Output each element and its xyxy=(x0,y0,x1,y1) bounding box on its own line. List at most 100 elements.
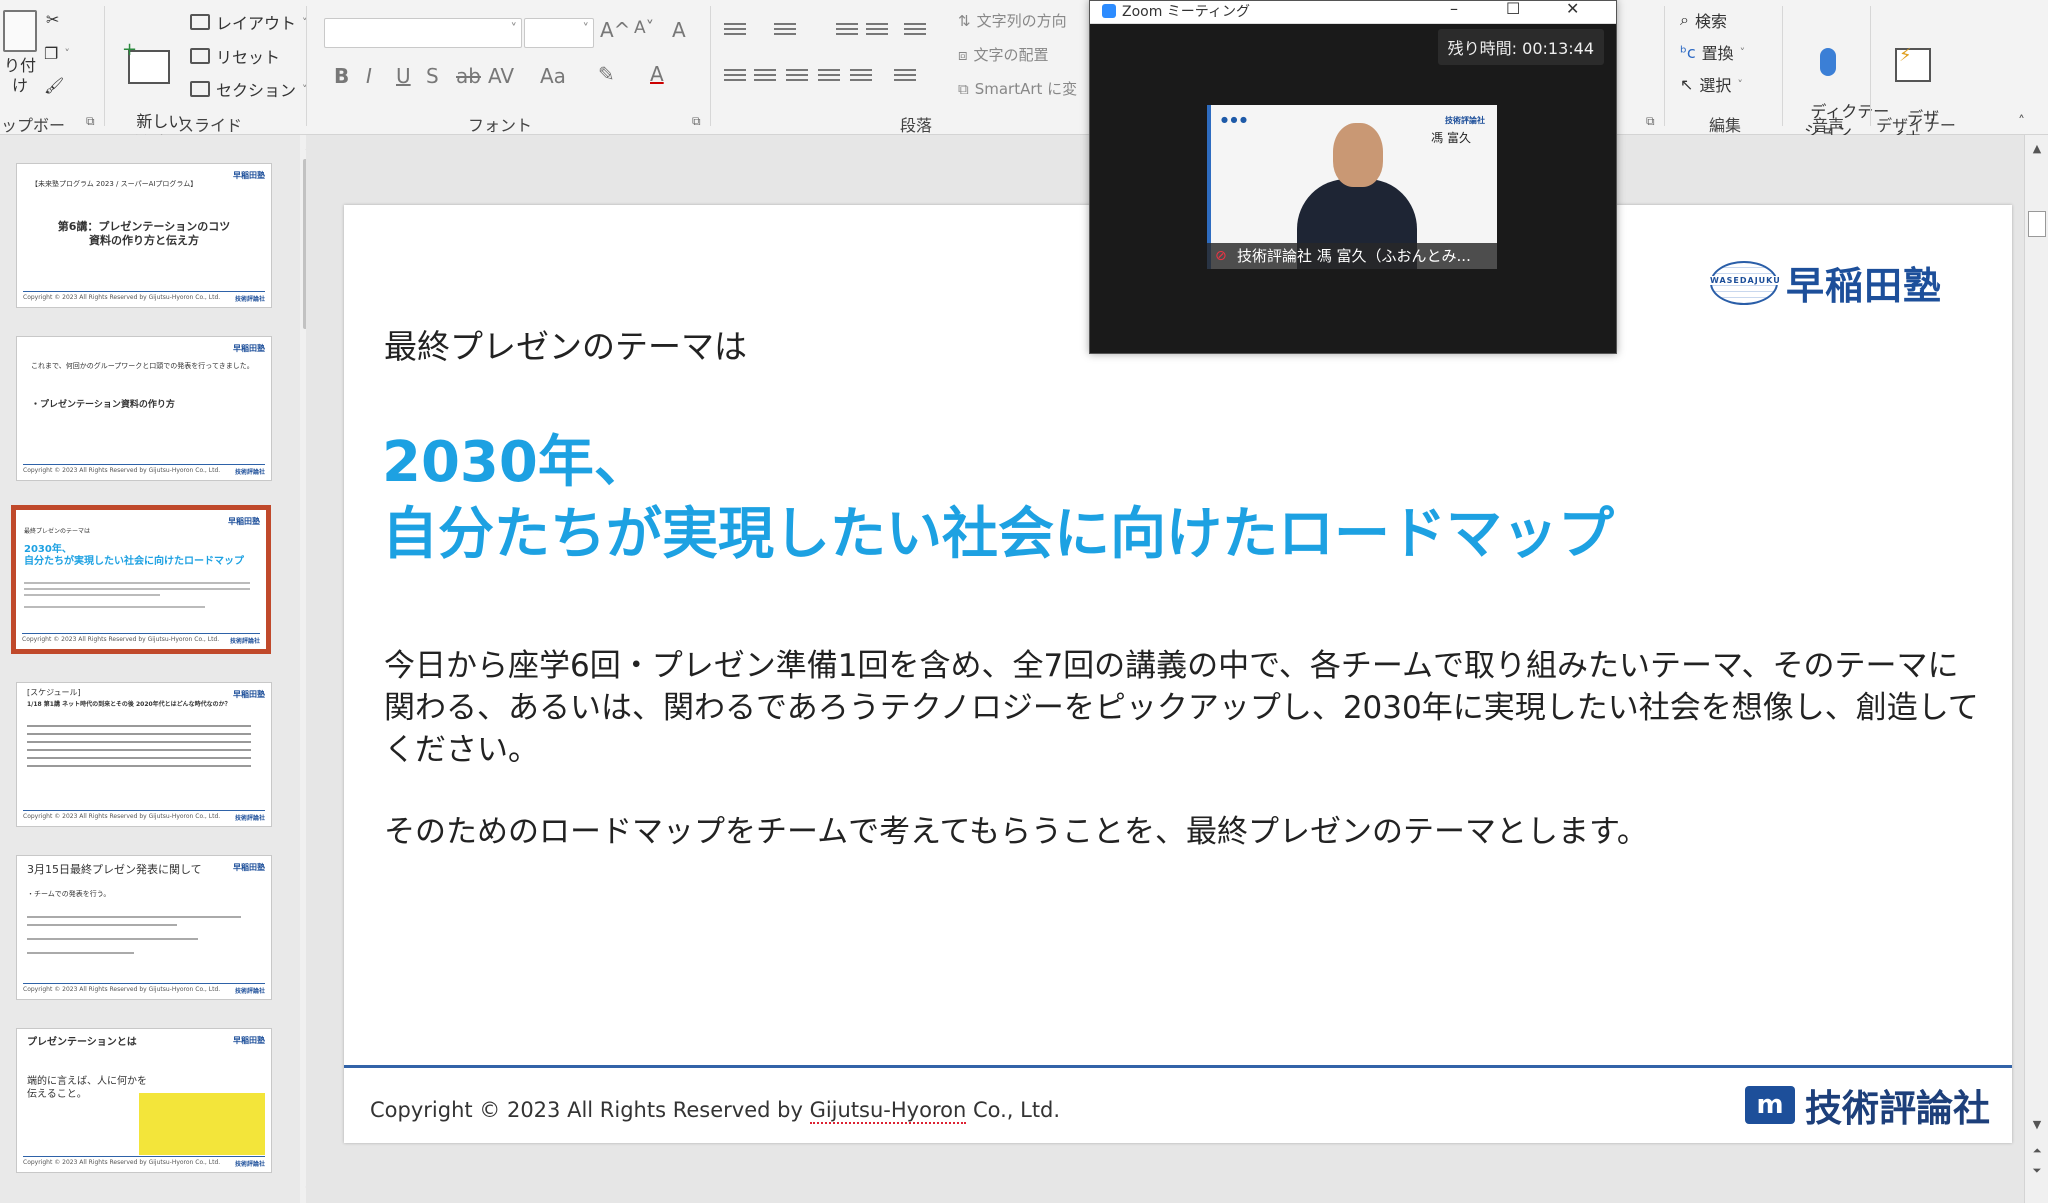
slide-thumbnail-3[interactable]: 早稲田塾 最終プレゼンのテーマは 2030年、 自分たちが実現したい社会に向けた… xyxy=(11,505,271,654)
zoom-title-bar[interactable]: Zoom ミーティング – ☐ ✕ xyxy=(1090,0,1616,24)
thumb-footer-brand: 技術評論社 xyxy=(234,988,265,995)
thumb-title: 3月15日最終プレゼン発表に関して xyxy=(27,863,202,876)
shadow-button[interactable]: S xyxy=(426,64,439,88)
align-text-button[interactable]: ⧈ 文字の配置 xyxy=(958,44,1049,65)
voice-group-label: 音声 xyxy=(1811,116,1844,135)
gh-logo-text: 技術評論社 xyxy=(1805,1087,1990,1130)
align-right-icon[interactable] xyxy=(786,66,808,84)
divider xyxy=(1870,6,1871,126)
format-painter-button[interactable]: 🖌 xyxy=(44,76,64,95)
section-button[interactable]: セクション ˅ xyxy=(190,77,308,101)
copyright-prefix: Copyright © 2023 All Rights Reserved by xyxy=(370,1098,810,1122)
bold-button[interactable]: B xyxy=(334,64,349,88)
line-spacing-icon[interactable] xyxy=(904,20,926,38)
chevron-down-icon: ˅ xyxy=(1737,77,1743,91)
slide-thumbnail-2[interactable]: 早稲田塾 これまで、何回かのグループワークと口頭での発表を行ってきました。 ・プ… xyxy=(16,336,272,481)
slide-title-line1: 2030年、 xyxy=(382,430,650,495)
numbering-icon[interactable] xyxy=(774,20,796,38)
drawing-launcher-icon[interactable]: ⧉ xyxy=(1646,114,1655,129)
char-spacing-button[interactable]: AV xyxy=(488,64,514,88)
replace-button[interactable]: ᵇc 置換 ˅ xyxy=(1680,40,1745,64)
font-name-combo[interactable]: ˅ xyxy=(324,18,522,48)
font-size-combo[interactable]: ˅ xyxy=(524,18,594,48)
previous-slide-icon[interactable]: ⏶ xyxy=(2027,1141,2047,1161)
slides-group-label: スライド xyxy=(177,116,242,135)
thumb-footer: Copyright © 2023 All Rights Reserved by … xyxy=(23,983,265,995)
paste-label: り付け xyxy=(3,56,36,95)
zoom-meeting-window[interactable]: Zoom ミーティング – ☐ ✕ 残り時間: 00:13:44 ● ● ● 技… xyxy=(1089,0,1617,354)
cursor-icon: ↖ xyxy=(1680,74,1694,94)
thumb-body-lines xyxy=(24,578,250,618)
scroll-up-icon[interactable]: ▲ xyxy=(2027,139,2047,159)
paste-button[interactable]: り付け xyxy=(0,10,40,96)
mic-muted-icon: ⊘ xyxy=(1215,248,1227,264)
align-center-icon[interactable] xyxy=(754,66,776,84)
increase-indent-icon[interactable] xyxy=(866,20,888,38)
slide-thumbnail-5[interactable]: 早稲田塾 3月15日最終プレゼン発表に関して ・チームでの発表を行う。 Copy… xyxy=(16,855,272,1000)
change-case-button[interactable]: Aa xyxy=(540,64,566,88)
scrollbar-thumb[interactable] xyxy=(2028,211,2046,237)
font-launcher-icon[interactable]: ⧉ xyxy=(692,114,701,129)
italic-button[interactable]: I xyxy=(366,64,372,88)
thumb-footer: Copyright © 2023 All Rights Reserved by … xyxy=(23,810,265,822)
scroll-down-icon[interactable]: ▼ xyxy=(2027,1115,2047,1135)
align-left-icon[interactable] xyxy=(724,66,746,84)
replace-label: 置換 xyxy=(1701,44,1734,63)
chevron-down-icon: ˅ xyxy=(510,22,518,37)
video-brand-logo: 技術評論社 xyxy=(1445,116,1485,125)
shrink-font-button[interactable]: A˅ xyxy=(634,18,654,38)
columns-icon[interactable] xyxy=(850,66,872,84)
brush-icon: 🖌 xyxy=(44,76,65,95)
clear-format-button[interactable]: A xyxy=(672,18,686,42)
thumb-subtitle: 【未来塾プログラム 2023 / スーパーAIプログラム】 xyxy=(31,180,198,188)
thumb-body-lines xyxy=(27,719,251,773)
find-label: 検索 xyxy=(1694,12,1727,31)
minimize-icon[interactable]: – xyxy=(1450,0,1458,18)
next-slide-icon[interactable]: ⏷ xyxy=(2027,1161,2047,1181)
underline-button[interactable]: U xyxy=(396,64,411,88)
copy-button[interactable]: ❐ ˅ xyxy=(44,44,70,63)
copyright-text: Copyright © 2023 All Rights Reserved by … xyxy=(370,1098,1060,1124)
slide-thumbnail-1[interactable]: 早稲田塾 【未来塾プログラム 2023 / スーパーAIプログラム】 第6講：プ… xyxy=(16,163,272,308)
distribute-icon[interactable] xyxy=(894,66,916,84)
decrease-indent-icon[interactable] xyxy=(836,20,858,38)
reset-label: リセット xyxy=(216,48,281,67)
thumb-footer-copy: Copyright © 2023 All Rights Reserved by … xyxy=(23,1159,221,1166)
microphone-icon xyxy=(1820,48,1836,76)
font-color-button[interactable]: A xyxy=(650,62,664,86)
section-label: セクション xyxy=(216,81,297,100)
find-button[interactable]: ⌕ 検索 xyxy=(1680,8,1727,32)
highlight-icon[interactable]: ✎ xyxy=(598,62,615,86)
layout-button[interactable]: レイアウト ˅ xyxy=(190,10,308,34)
globe-icon: WASEDAJUKU xyxy=(1709,260,1781,305)
bullets-icon[interactable] xyxy=(724,20,746,38)
slide-subtitle: 最終プレゼンのテーマは xyxy=(384,327,747,366)
maximize-icon[interactable]: ☐ xyxy=(1506,0,1520,18)
cut-button[interactable]: ✂ xyxy=(46,10,59,29)
close-icon[interactable]: ✕ xyxy=(1566,0,1579,18)
smartart-icon: ⧉ xyxy=(958,79,969,98)
slide-title-line2: 自分たちが実現したい社会に向けたロードマップ xyxy=(382,502,1614,567)
justify-icon[interactable] xyxy=(818,66,840,84)
paragraph-group-label: 段落 xyxy=(899,116,932,135)
clipboard-launcher-icon[interactable]: ⧉ xyxy=(86,114,95,129)
search-icon: ⌕ xyxy=(1680,10,1689,29)
grow-font-button[interactable]: A^ xyxy=(600,18,630,42)
slide-thumbnail-6[interactable]: 早稲田塾 プレゼンテーションとは 端的に言えば、人に何かを伝えること。 Copy… xyxy=(16,1028,272,1173)
thumb-logo: 早稲田塾 xyxy=(233,344,265,353)
smartart-button[interactable]: ⧉ SmartArt に変 xyxy=(958,78,1077,99)
thumb-title: 2030年、 自分たちが実現したい社会に向けたロードマップ xyxy=(24,544,244,567)
thumb-subtitle: ・チームでの発表を行う。 xyxy=(27,890,111,898)
strikethrough-button[interactable]: ab xyxy=(456,64,481,88)
select-button[interactable]: ↖ 選択 ˅ xyxy=(1680,72,1743,96)
paste-icon xyxy=(3,10,37,52)
collapse-ribbon-icon[interactable]: ˄ xyxy=(2018,114,2025,130)
text-direction-button[interactable]: ⇅ 文字列の方向 xyxy=(958,10,1067,31)
video-person-name: 馮 富久 xyxy=(1431,131,1471,145)
slide-title: 2030年、 自分たちが実現したい社会に向けたロードマップ xyxy=(382,427,1882,571)
participant-video[interactable]: ● ● ● 技術評論社 馮 富久 ⊘ 技術評論社 馮 富久（ふおんとみ... xyxy=(1207,105,1497,269)
slide-scrollbar[interactable]: ▲ ▼ ⏶ ⏷ xyxy=(2024,135,2048,1203)
reset-button[interactable]: リセット xyxy=(190,44,280,68)
copyright-company: Gijutsu-Hyoron xyxy=(809,1098,967,1124)
slide-thumbnail-4[interactable]: 早稲田塾 [スケジュール] 1/18 第1講 ネット時代の到来とその後 2020… xyxy=(16,682,272,827)
